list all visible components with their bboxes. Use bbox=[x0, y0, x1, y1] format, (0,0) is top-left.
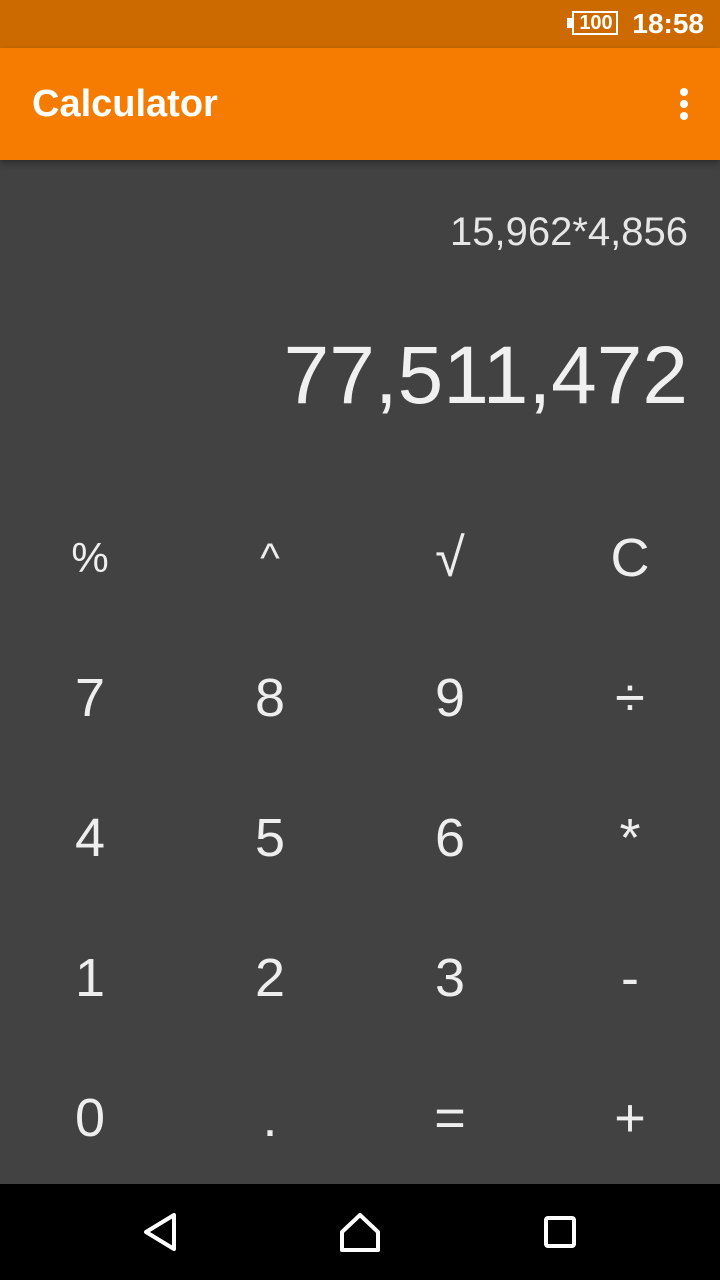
back-button[interactable] bbox=[130, 1202, 190, 1262]
key-8[interactable]: 8 bbox=[180, 628, 360, 768]
result-display: 77,511,472 bbox=[283, 330, 688, 421]
key-9[interactable]: 9 bbox=[360, 628, 540, 768]
key-power[interactable]: ^ bbox=[180, 488, 360, 628]
key-sqrt[interactable]: √ bbox=[360, 488, 540, 628]
key-subtract[interactable]: - bbox=[540, 908, 720, 1048]
status-clock: 18:58 bbox=[632, 8, 704, 39]
battery-level: 100 bbox=[579, 12, 613, 34]
key-2[interactable]: 2 bbox=[180, 908, 360, 1048]
expression-display: 15,962*4,856 bbox=[449, 210, 688, 254]
key-4[interactable]: 4 bbox=[0, 768, 180, 908]
status-bar: 100 18:58 bbox=[0, 0, 720, 48]
key-0[interactable]: 0 bbox=[0, 1048, 180, 1188]
key-1[interactable]: 1 bbox=[0, 908, 180, 1048]
key-6[interactable]: 6 bbox=[360, 768, 540, 908]
key-divide[interactable]: ÷ bbox=[540, 628, 720, 768]
key-5[interactable]: 5 bbox=[180, 768, 360, 908]
home-icon bbox=[340, 1213, 380, 1252]
key-multiply[interactable]: * bbox=[540, 768, 720, 908]
key-7[interactable]: 7 bbox=[0, 628, 180, 768]
key-decimal[interactable]: . bbox=[180, 1048, 360, 1188]
recents-square-icon bbox=[544, 1216, 576, 1248]
nav-bar bbox=[0, 1184, 720, 1280]
key-clear[interactable]: C bbox=[540, 488, 720, 628]
more-vert-icon[interactable] bbox=[672, 86, 696, 122]
back-triangle-icon bbox=[144, 1213, 176, 1251]
recents-button[interactable] bbox=[530, 1202, 590, 1262]
app-title: Calculator bbox=[32, 83, 218, 125]
key-equals[interactable]: = bbox=[360, 1048, 540, 1188]
keypad: % ^ √ C 7 8 9 ÷ 4 5 6 * 1 2 3 - 0 . = + bbox=[0, 488, 720, 1188]
home-button[interactable] bbox=[330, 1202, 390, 1262]
app-bar: Calculator bbox=[0, 48, 720, 160]
key-3[interactable]: 3 bbox=[360, 908, 540, 1048]
key-add[interactable]: + bbox=[540, 1048, 720, 1188]
key-percent[interactable]: % bbox=[0, 488, 180, 628]
